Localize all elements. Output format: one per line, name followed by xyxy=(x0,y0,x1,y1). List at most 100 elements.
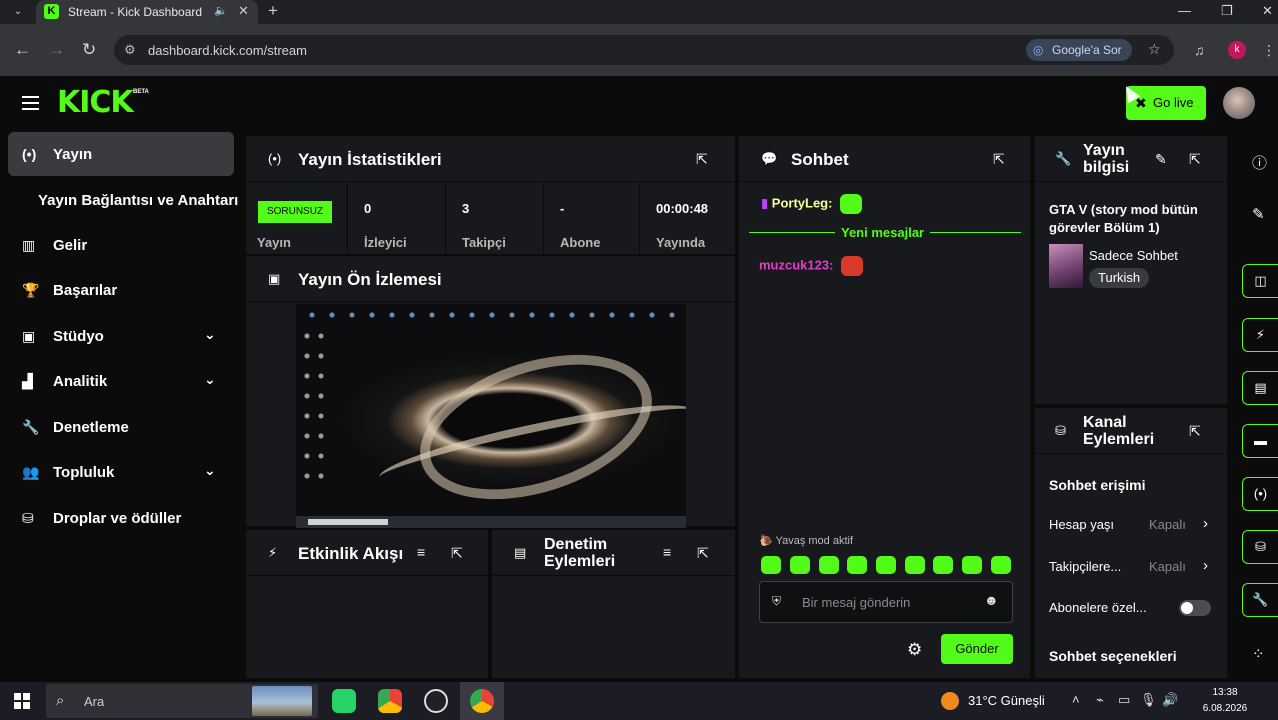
chevron-right-icon[interactable]: › xyxy=(1203,557,1208,574)
edit-pencil-icon[interactable]: ✎ xyxy=(1252,205,1265,223)
tab-search-icon[interactable]: ⌄ xyxy=(8,4,28,20)
stream-preview-header: ▣ Yayın Ön İzlemesi xyxy=(246,256,735,302)
chevron-up-icon[interactable]: ˄ xyxy=(1072,692,1080,707)
emote-icon xyxy=(840,194,863,214)
emote-icon xyxy=(841,256,864,276)
info-icon[interactable]: ⓘ xyxy=(1252,152,1267,173)
browser-tab[interactable]: K Stream - Kick Dashboard 🔈 ✕ xyxy=(36,0,258,24)
emote-icon[interactable] xyxy=(876,556,896,574)
edit-pencil-icon[interactable]: ✎ xyxy=(1155,151,1167,168)
display-icon[interactable]: ▭ xyxy=(1118,692,1130,708)
new-messages-label[interactable]: Yeni mesajlar xyxy=(835,225,931,240)
whatsapp-icon[interactable] xyxy=(332,689,356,713)
microphone-icon[interactable]: 🎙 xyxy=(1140,692,1157,708)
chat-username[interactable]: PortyLeg: xyxy=(772,195,833,210)
browser-menu-icon[interactable]: ⋮ xyxy=(1262,42,1276,59)
taskbar-search[interactable]: ⌕ Ara xyxy=(46,684,318,718)
address-bar[interactable]: ⚙ dashboard.kick.com/stream ◎ Google'a S… xyxy=(114,35,1174,65)
hamburger-menu-icon[interactable] xyxy=(22,96,39,110)
volume-icon[interactable]: 🔊 xyxy=(1162,692,1178,708)
tab-close-icon[interactable]: ✕ xyxy=(238,3,249,19)
send-button[interactable]: Gönder xyxy=(941,634,1013,664)
chevron-down-icon[interactable]: ⌄ xyxy=(204,326,216,343)
sidebar-item-drops[interactable]: ⛁ Droplar ve ödüller xyxy=(8,496,234,540)
chat-options-heading[interactable]: Sohbet seçenekleri xyxy=(1049,648,1177,664)
profile-avatar[interactable]: k xyxy=(1228,41,1246,59)
sidebar-item-moderation[interactable]: 🔧 Denetleme xyxy=(8,405,234,449)
popout-icon[interactable]: ⇱ xyxy=(451,545,463,562)
emote-icon[interactable] xyxy=(933,556,953,574)
chevron-down-icon[interactable]: ⌄ xyxy=(204,462,216,479)
subscribers-only-toggle[interactable] xyxy=(1179,600,1211,616)
sidebar-item-achievements[interactable]: 🏆 Başarılar xyxy=(8,268,234,312)
sidebar-item-stream[interactable]: (•) Yayın xyxy=(8,132,234,176)
back-icon[interactable]: ← xyxy=(14,40,31,60)
go-live-button[interactable]: ✖ Go live xyxy=(1126,86,1206,120)
stream-preview-video[interactable] xyxy=(296,304,686,528)
windows-start-icon[interactable] xyxy=(14,693,30,709)
filter-icon[interactable]: ≡ xyxy=(663,544,671,560)
chat-username[interactable]: muzcuk123: xyxy=(759,257,833,272)
popout-icon[interactable]: ⇱ xyxy=(697,545,709,562)
media-control-icon[interactable]: ♫ xyxy=(1194,42,1205,58)
site-settings-icon[interactable]: ⚙ xyxy=(124,42,136,58)
google-ask-button[interactable]: ◎ Google'a Sor xyxy=(1026,39,1132,61)
chrome-icon[interactable] xyxy=(378,689,402,713)
desktop-icons xyxy=(302,308,682,322)
document-icon[interactable]: ▤ xyxy=(1242,371,1278,405)
minimize-icon[interactable]: — xyxy=(1178,3,1191,18)
emote-icon[interactable] xyxy=(991,556,1011,574)
stat-value: - xyxy=(560,201,565,216)
screenshot-icon[interactable]: ◫ xyxy=(1242,264,1278,298)
sidebar-item-revenue[interactable]: ▥ Gelir xyxy=(8,223,234,267)
account-age-value: Kapalı xyxy=(1149,517,1186,532)
sidebar-item-stream-key[interactable]: Yayın Bağlantısı ve Anahtarı xyxy=(38,192,238,209)
emoji-icon[interactable]: ☻ xyxy=(984,592,999,608)
popout-icon[interactable]: ⇱ xyxy=(1189,151,1201,168)
chat-bubble-icon[interactable]: ▬ xyxy=(1242,424,1278,458)
emote-icon[interactable] xyxy=(962,556,982,574)
more-icon[interactable]: ⁘ xyxy=(1252,645,1265,663)
speaker-icon[interactable]: 🔈 xyxy=(214,4,228,17)
emote-icon[interactable] xyxy=(790,556,810,574)
window-close-icon[interactable]: ✕ xyxy=(1262,3,1273,19)
sidebar-item-community[interactable]: 👥 Topluluk ⌄ xyxy=(8,450,234,494)
taskbar-clock[interactable]: 13:38 6.08.2026 xyxy=(1190,685,1260,717)
url-text[interactable]: dashboard.kick.com/stream xyxy=(148,43,307,58)
chevron-down-icon[interactable]: ⌄ xyxy=(204,371,216,388)
sidebar-item-studio[interactable]: ▣ Stüdyo ⌄ xyxy=(8,314,234,358)
broadcast-icon[interactable]: (•) xyxy=(1242,477,1278,511)
weather-text[interactable]: 31°C Güneşli xyxy=(968,693,1045,708)
account-age-label[interactable]: Hesap yaşı xyxy=(1049,517,1114,532)
search-highlight-image xyxy=(252,686,312,716)
forward-icon[interactable]: → xyxy=(48,40,65,60)
chat-message-input[interactable]: ⛨ Bir mesaj gönderin ☻ xyxy=(759,581,1013,623)
chat-settings-gear-icon[interactable]: ⚙ xyxy=(907,640,922,660)
channel-actions-panel: ⛁ Kanal Eylemleri ⇱ Sohbet erişimi Hesap … xyxy=(1035,408,1227,678)
channel-actions-icon[interactable]: ⛁ xyxy=(1242,530,1278,564)
bookmark-star-icon[interactable]: ☆ xyxy=(1148,41,1161,58)
user-avatar[interactable] xyxy=(1223,87,1255,119)
obs-icon[interactable] xyxy=(424,689,448,713)
sidebar-item-analytics[interactable]: ▟ Analitik ⌄ xyxy=(8,359,234,403)
popout-icon[interactable]: ⇱ xyxy=(993,151,1005,168)
popout-icon[interactable]: ⇱ xyxy=(696,151,708,168)
activity-feed-header: ⚡ Etkinlik Akışı ≡ ⇱ xyxy=(246,530,488,576)
emote-icon[interactable] xyxy=(819,556,839,574)
reload-icon[interactable]: ↻ xyxy=(82,40,96,60)
kick-logo[interactable]: KICK xyxy=(57,87,134,119)
filter-icon[interactable]: ≡ xyxy=(417,544,425,560)
restore-icon[interactable]: ❐ xyxy=(1221,3,1233,19)
lightning-icon[interactable]: ⚡ xyxy=(1242,318,1278,352)
emote-icon[interactable] xyxy=(905,556,925,574)
popout-icon[interactable]: ⇱ xyxy=(1189,423,1201,440)
emote-icon[interactable] xyxy=(761,556,781,574)
followers-only-label[interactable]: Takipçilere... xyxy=(1049,559,1121,574)
chrome-profile-icon[interactable] xyxy=(470,689,494,713)
wrench-icon[interactable]: 🔧 xyxy=(1242,583,1278,617)
emote-icon[interactable] xyxy=(847,556,867,574)
stream-info-panel: 🔧 Yayın bilgisi ✎ ⇱ GTA V (story mod bütü… xyxy=(1035,136,1227,404)
new-tab-icon[interactable]: + xyxy=(268,1,278,21)
network-icon[interactable]: ⌁ xyxy=(1096,692,1104,708)
chevron-right-icon[interactable]: › xyxy=(1203,515,1208,532)
